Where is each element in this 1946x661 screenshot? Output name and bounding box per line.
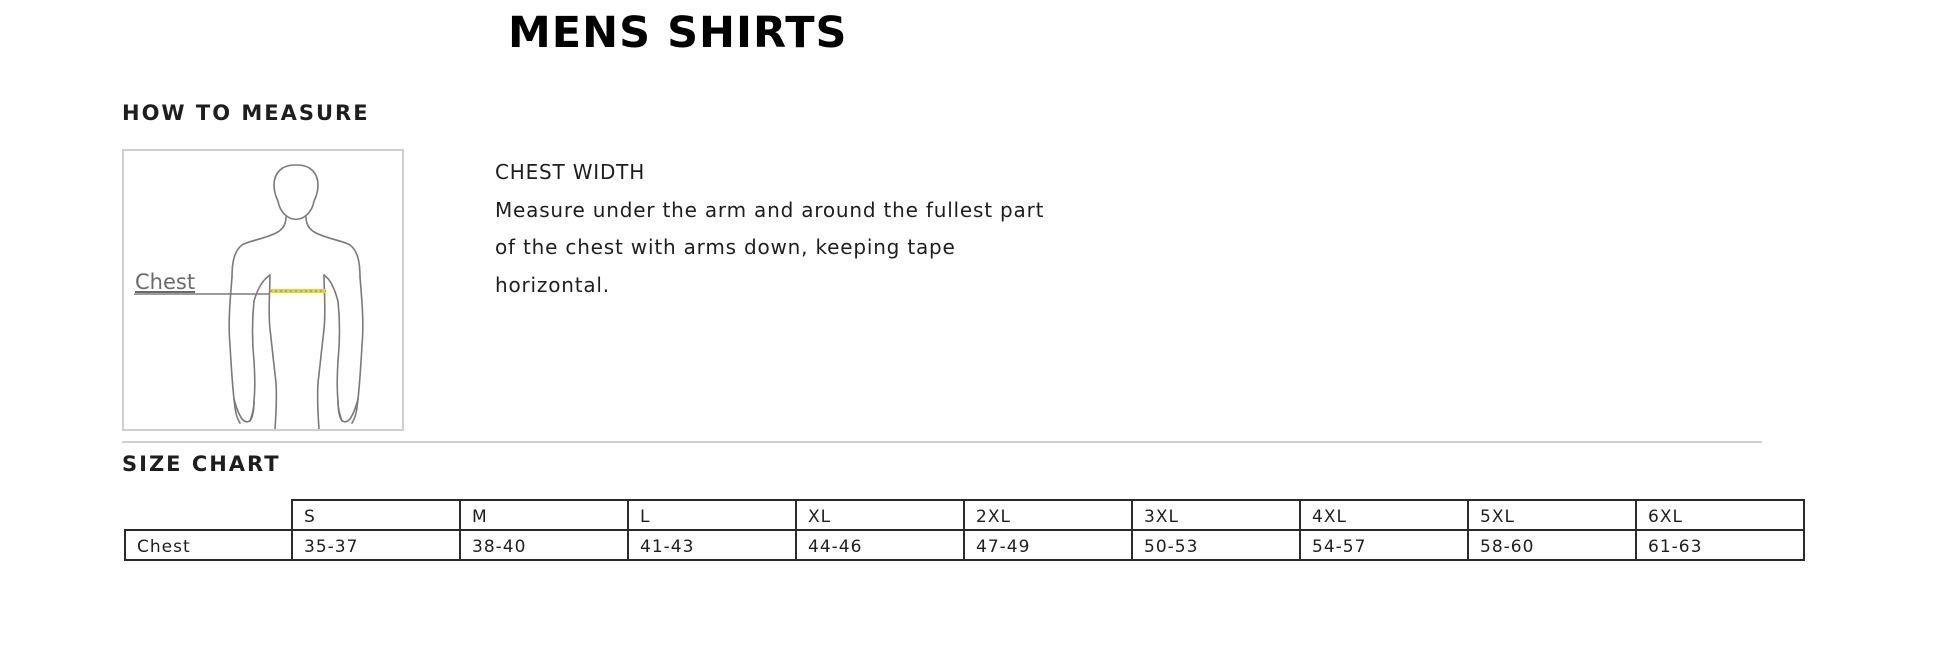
size-header-cell: 5XL: [1467, 499, 1637, 531]
size-header-cell: 4XL: [1299, 499, 1469, 531]
table-row: Chest 35-37 38-40 41-43 44-46 47-49 50-5…: [124, 529, 1805, 561]
measurement-cell: 41-43: [627, 529, 797, 561]
measure-instructions: CHEST WIDTH Measure under the arm and ar…: [495, 154, 1055, 304]
measurement-cell: 47-49: [963, 529, 1133, 561]
row-label-cell: Chest: [124, 529, 293, 561]
size-header-cell: XL: [795, 499, 965, 531]
instructions-line-1: Measure under the arm and around the ful…: [495, 197, 1045, 222]
size-header-cell: L: [627, 499, 797, 531]
measurement-cell: 61-63: [1635, 529, 1805, 561]
size-chart-heading: SIZE CHART: [122, 452, 281, 476]
size-header-cell: 3XL: [1131, 499, 1301, 531]
measurement-name: CHEST WIDTH: [495, 160, 646, 184]
instructions-line-3: horizontal.: [495, 272, 610, 297]
size-header-cell: 6XL: [1635, 499, 1805, 531]
measurement-cell: 35-37: [291, 529, 461, 561]
measurement-cell: 38-40: [459, 529, 629, 561]
chest-figure-label: Chest: [135, 270, 196, 294]
instructions-line-2: of the chest with arms down, keeping tap…: [495, 235, 956, 259]
measurement-cell: 54-57: [1299, 529, 1469, 561]
size-header-row: S M L XL 2XL 3XL 4XL 5XL 6XL: [125, 499, 1805, 531]
size-header-cell: M: [459, 499, 629, 531]
table-corner-cell: [125, 500, 293, 530]
size-header-cell: S: [291, 499, 461, 531]
how-to-measure-heading: HOW TO MEASURE: [122, 101, 370, 125]
measurement-cell: 44-46: [795, 529, 965, 561]
measurement-cell: 50-53: [1131, 529, 1301, 561]
measurement-cell: 58-60: [1467, 529, 1637, 561]
page-title: MENS SHIRTS: [508, 8, 848, 58]
section-divider: [122, 441, 1762, 443]
size-chart-table: S M L XL 2XL 3XL 4XL 5XL 6XL Chest 35-37…: [124, 499, 1805, 561]
measurement-figure: Chest: [122, 149, 404, 431]
size-header-cell: 2XL: [963, 499, 1133, 531]
